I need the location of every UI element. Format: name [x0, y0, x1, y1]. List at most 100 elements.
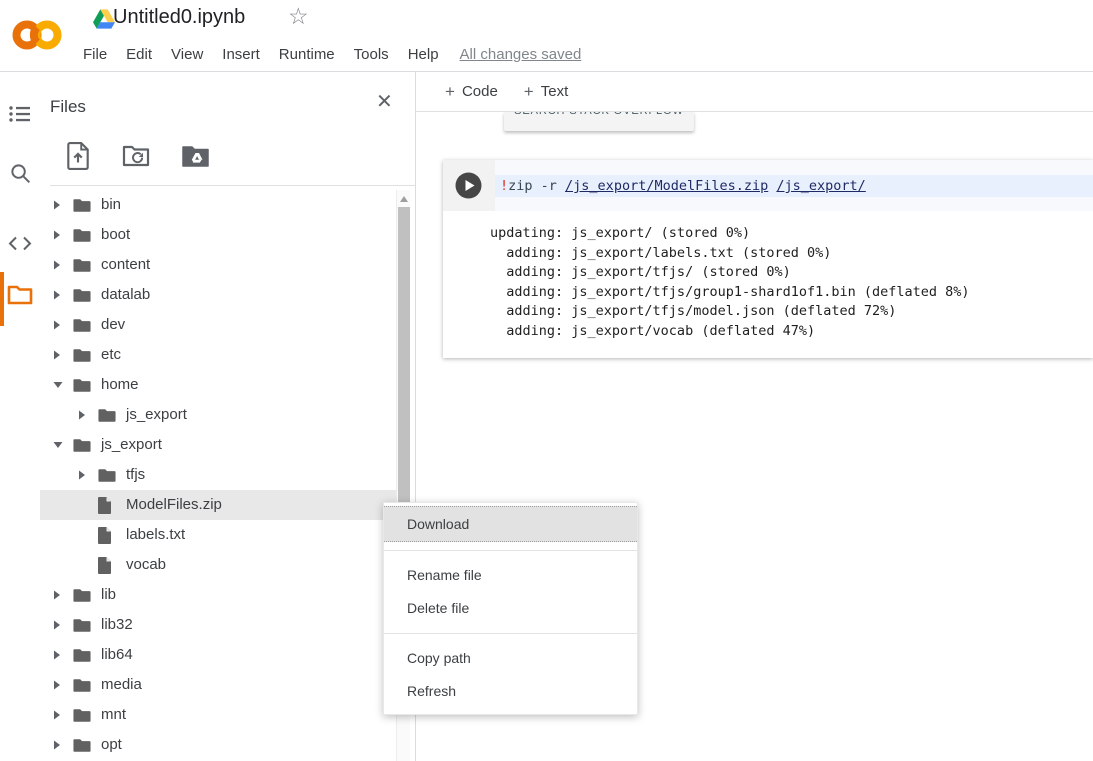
tree-item-lib32[interactable]: lib32: [40, 610, 396, 640]
app-header: Untitled0.ipynb ☆ File Edit View Insert Runt…: [0, 0, 1093, 72]
menu-insert[interactable]: Insert: [222, 46, 260, 63]
chevron-right-icon[interactable]: [78, 470, 88, 480]
folder-icon: [73, 348, 91, 363]
menu-edit[interactable]: Edit: [126, 46, 152, 63]
folder-icon: [73, 678, 91, 693]
tree-item-label: tfjs: [126, 460, 145, 490]
chevron-right-icon[interactable]: [53, 350, 63, 360]
menu-file[interactable]: File: [83, 46, 107, 63]
tree-item-js-export[interactable]: js_export: [40, 430, 396, 460]
code-editor[interactable]: !zip -r /js_export/ModelFiles.zip /js_ex…: [495, 160, 1093, 211]
code-path-link[interactable]: /js_export/ModelFiles.zip: [565, 178, 768, 194]
chevron-right-icon[interactable]: [53, 260, 63, 270]
add-text-button[interactable]: + Text: [524, 82, 568, 102]
mount-drive-icon[interactable]: [182, 145, 209, 167]
tree-item-label: boot: [101, 220, 130, 250]
tree-item-label: home: [101, 370, 139, 400]
tree-item-lib64[interactable]: lib64: [40, 640, 396, 670]
chevron-right-icon[interactable]: [78, 410, 88, 420]
files-panel: Files ✕: [40, 72, 415, 761]
tree-item-label: lib64: [101, 640, 133, 670]
tree-item-content[interactable]: content: [40, 250, 396, 280]
plus-icon: +: [445, 82, 455, 102]
chevron-right-icon[interactable]: [53, 620, 63, 630]
menu-tools[interactable]: Tools: [354, 46, 389, 63]
tree-item-modelfiles-zip[interactable]: ModelFiles.zip: [40, 490, 396, 520]
cell-output: updating: js_export/ (stored 0%) adding:…: [443, 211, 1093, 358]
scrollbar-up-arrow-icon[interactable]: [397, 193, 410, 205]
file-tree: binbootcontentdatalabdevetchomejs_export…: [40, 190, 396, 760]
tree-item-js-export[interactable]: js_export: [40, 400, 396, 430]
tree-item-label: opt: [101, 730, 122, 760]
table-of-contents-icon[interactable]: [0, 105, 40, 123]
chevron-right-icon[interactable]: [53, 680, 63, 690]
search-stack-overflow-button[interactable]: SEARCH STACK OVERFLOW: [504, 112, 694, 131]
chevron-down-icon[interactable]: [53, 441, 63, 449]
notebook-title[interactable]: Untitled0.ipynb: [113, 6, 245, 29]
chevron-right-icon[interactable]: [53, 230, 63, 240]
chevron-right-icon[interactable]: [53, 590, 63, 600]
context-menu-delete-file[interactable]: Delete file: [384, 592, 637, 625]
tree-item-opt[interactable]: opt: [40, 730, 396, 760]
chevron-right-icon[interactable]: [53, 710, 63, 720]
chevron-right-icon[interactable]: [53, 290, 63, 300]
chevron-right-icon[interactable]: [53, 650, 63, 660]
menu-help[interactable]: Help: [408, 46, 439, 63]
tree-item-datalab[interactable]: datalab: [40, 280, 396, 310]
file-icon: [98, 557, 116, 574]
tree-item-home[interactable]: home: [40, 370, 396, 400]
tree-item-label: media: [101, 670, 142, 700]
context-menu-download[interactable]: Download: [384, 506, 637, 542]
code-token: zip -r: [508, 178, 565, 194]
folder-icon: [73, 288, 91, 303]
folder-icon: [73, 198, 91, 213]
add-text-label: Text: [541, 83, 569, 100]
tree-item-label: content: [101, 250, 150, 280]
add-code-button[interactable]: + Code: [445, 82, 498, 102]
chevron-right-icon[interactable]: [53, 320, 63, 330]
tree-item-label: bin: [101, 190, 121, 220]
menu-bar: File Edit View Insert Runtime Tools Help All ch…: [83, 42, 581, 66]
folder-icon: [98, 408, 116, 423]
menu-runtime[interactable]: Runtime: [279, 46, 335, 63]
tree-item-dev[interactable]: dev: [40, 310, 396, 340]
folder-icon: [73, 708, 91, 723]
context-menu-copy-path[interactable]: Copy path: [384, 642, 637, 675]
save-status-link[interactable]: All changes saved: [460, 46, 582, 63]
tree-item-lib[interactable]: lib: [40, 580, 396, 610]
tree-item-bin[interactable]: bin: [40, 190, 396, 220]
tree-item-tfjs[interactable]: tfjs: [40, 460, 396, 490]
star-icon[interactable]: ☆: [288, 5, 309, 28]
code-path-link[interactable]: /js_export/: [776, 178, 865, 194]
search-icon[interactable]: [0, 162, 40, 185]
tree-item-boot[interactable]: boot: [40, 220, 396, 250]
chevron-right-icon[interactable]: [53, 200, 63, 210]
context-menu-refresh[interactable]: Refresh: [384, 675, 637, 708]
tree-item-labels-txt[interactable]: labels.txt: [40, 520, 396, 550]
tree-item-mnt[interactable]: mnt: [40, 700, 396, 730]
upload-file-icon[interactable]: [66, 142, 90, 170]
tree-item-media[interactable]: media: [40, 670, 396, 700]
colab-app: Untitled0.ipynb ☆ File Edit View Insert Runt…: [0, 0, 1093, 761]
colab-logo-icon[interactable]: [11, 15, 63, 55]
menu-view[interactable]: View: [171, 46, 203, 63]
close-icon[interactable]: ✕: [376, 92, 393, 112]
tree-item-label: lib: [101, 580, 116, 610]
chevron-down-icon[interactable]: [53, 381, 63, 389]
tree-item-label: labels.txt: [126, 520, 185, 550]
active-tab-indicator: [0, 272, 4, 326]
chevron-right-icon[interactable]: [53, 740, 63, 750]
files-icon[interactable]: [0, 284, 40, 306]
tree-item-label: dev: [101, 310, 125, 340]
code-line[interactable]: !zip -r /js_export/ModelFiles.zip /js_ex…: [495, 175, 1093, 197]
folder-icon: [73, 618, 91, 633]
tree-item-label: mnt: [101, 700, 126, 730]
tree-item-etc[interactable]: etc: [40, 340, 396, 370]
run-cell-button[interactable]: [455, 172, 482, 199]
file-icon: [98, 497, 116, 514]
code-snippets-icon[interactable]: [0, 236, 40, 251]
code-token: !: [500, 178, 508, 194]
refresh-files-icon[interactable]: [122, 144, 150, 168]
context-menu-rename-file[interactable]: Rename file: [384, 559, 637, 592]
tree-item-vocab[interactable]: vocab: [40, 550, 396, 580]
